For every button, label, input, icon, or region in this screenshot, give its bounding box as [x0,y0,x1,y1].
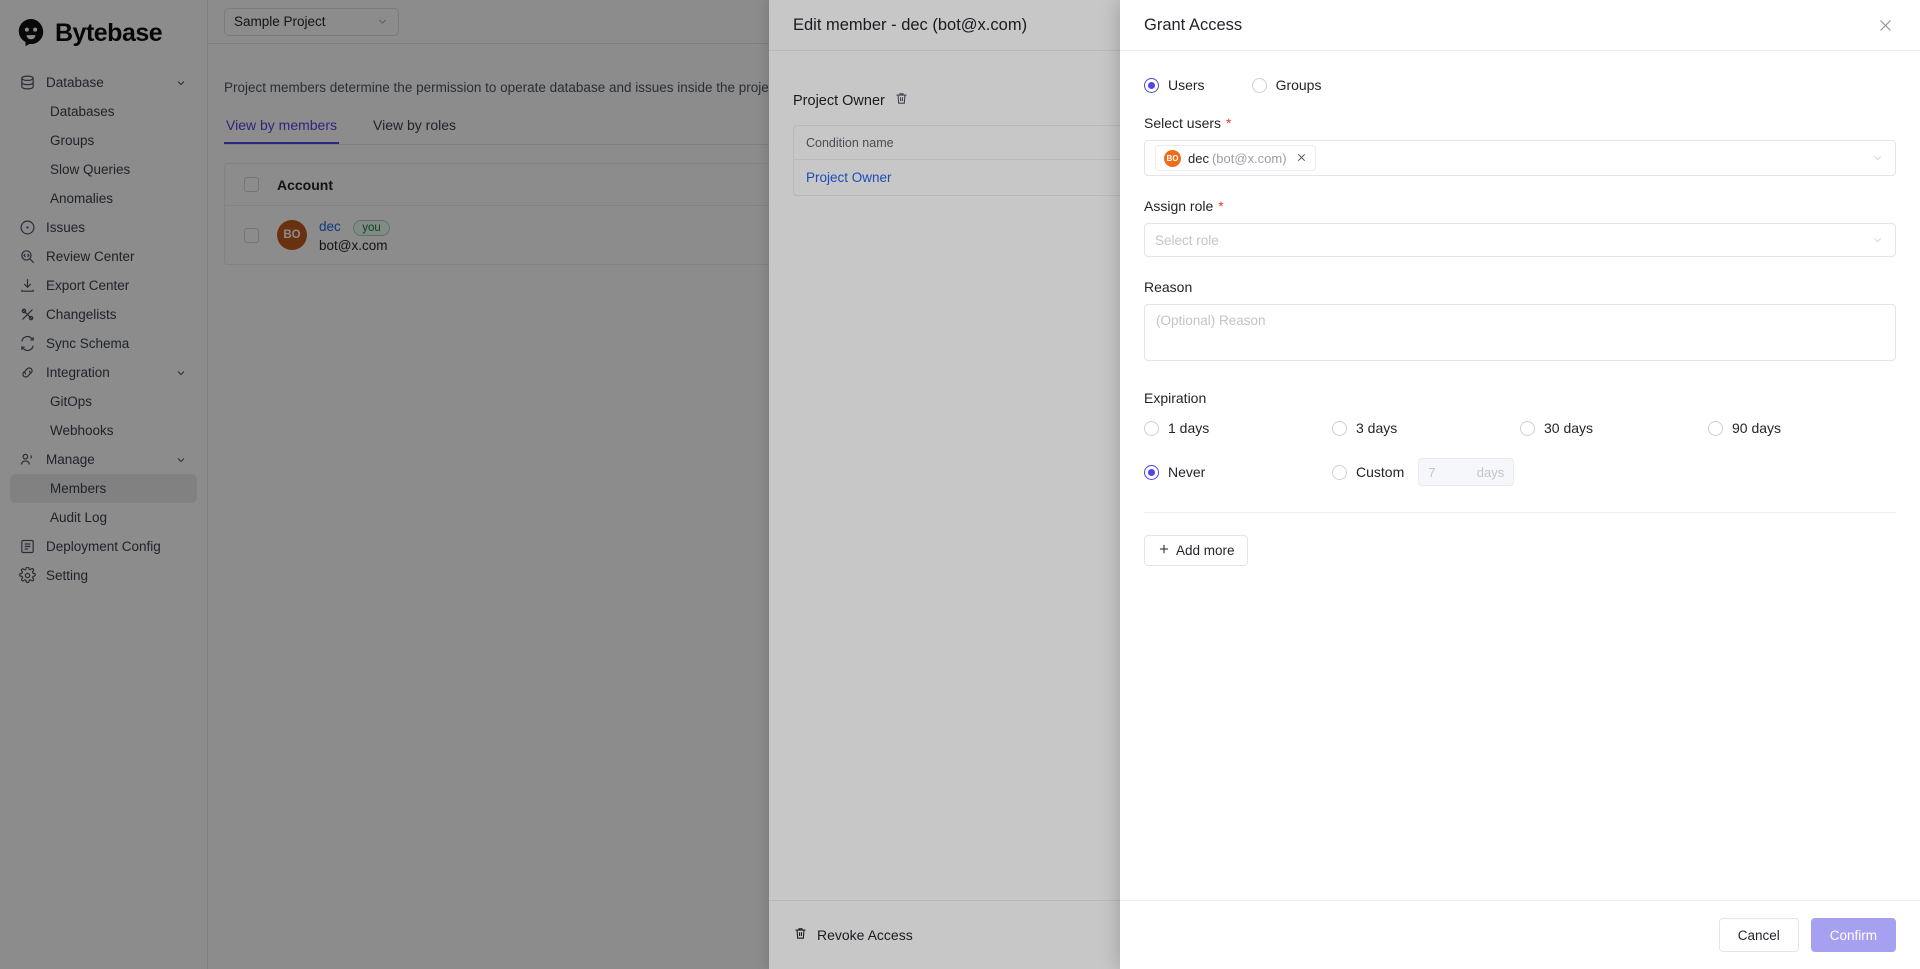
cancel-button[interactable]: Cancel [1718,918,1799,952]
radio-30-days[interactable]: 30 days [1520,420,1708,436]
custom-days-suffix: days [1476,464,1505,480]
select-users-input[interactable]: BO dec (bot@x.com) [1144,140,1896,176]
radio-90-days[interactable]: 90 days [1708,420,1896,436]
assign-role-label: Assign role [1144,198,1214,214]
reason-textarea[interactable] [1144,304,1896,361]
assign-role-placeholder: Select role [1155,232,1219,248]
divider [1144,512,1896,513]
expiration-label: Expiration [1144,390,1207,406]
required-marker: * [1226,115,1232,131]
reason-label: Reason [1144,279,1193,295]
select-users-label: Select users [1144,115,1222,131]
radio-icon[interactable] [1144,420,1159,436]
plus-icon [1157,542,1171,559]
radio-groups-label: Groups [1275,77,1322,93]
radio-label: 90 days [1732,420,1782,436]
expiration-radio-group: 1 days 3 days 30 days 90 days Never Cust… [1144,420,1896,486]
reason-label-row: Reason [1144,279,1896,295]
assign-role-select[interactable]: Select role [1144,223,1896,257]
radio-icon[interactable] [1708,420,1723,436]
close-icon[interactable] [1874,14,1896,36]
chip-remove-icon[interactable] [1296,151,1307,166]
app-root: Bytebase Database Databases Groups Slow … [0,0,1920,969]
radio-label: Custom [1356,464,1405,480]
radio-label: 3 days [1356,420,1398,436]
radio-icon[interactable] [1144,77,1159,93]
radio-never[interactable]: Never [1144,458,1332,486]
assign-role-label-row: Assign role * [1144,198,1896,214]
radio-icon[interactable] [1251,77,1267,93]
grant-access-footer: Cancel Confirm [1120,900,1920,969]
radio-label: Never [1168,464,1206,480]
radio-icon[interactable] [1332,420,1347,436]
add-more-label: Add more [1176,543,1235,558]
add-more-button[interactable]: Add more [1144,535,1248,566]
grant-access-header: Grant Access [1120,0,1920,51]
radio-3-days[interactable]: 3 days [1332,420,1520,436]
radio-groups[interactable]: Groups [1251,77,1322,93]
user-chip[interactable]: BO dec (bot@x.com) [1155,145,1316,171]
radio-users[interactable]: Users [1144,77,1205,93]
radio-label: 30 days [1544,420,1594,436]
grant-access-title: Grant Access [1144,15,1243,34]
custom-days-placeholder: 7 [1428,464,1436,480]
radio-label: 1 days [1168,420,1210,436]
select-users-label-row: Select users * [1144,115,1896,131]
chevron-down-icon[interactable] [1871,152,1884,165]
target-type-radio-group: Users Groups [1144,77,1896,93]
chip-avatar: BO [1164,149,1181,167]
confirm-button[interactable]: Confirm [1810,918,1896,952]
chip-email: (bot@x.com) [1211,150,1287,166]
required-marker: * [1218,198,1224,214]
radio-1-day[interactable]: 1 days [1144,420,1332,436]
radio-users-label: Users [1168,77,1205,93]
chevron-down-icon[interactable] [1871,234,1884,247]
grant-access-body: Users Groups Select users * BO dec (bot@… [1120,51,1920,900]
custom-days-input[interactable]: 7 days [1418,458,1515,486]
chip-name: dec [1188,150,1209,166]
radio-icon[interactable] [1144,464,1159,480]
radio-icon[interactable] [1332,464,1347,480]
grant-access-panel: Grant Access Users Groups Select users *… [1120,0,1920,969]
radio-custom[interactable]: Custom 7 days [1332,458,1708,486]
radio-icon[interactable] [1520,420,1535,436]
